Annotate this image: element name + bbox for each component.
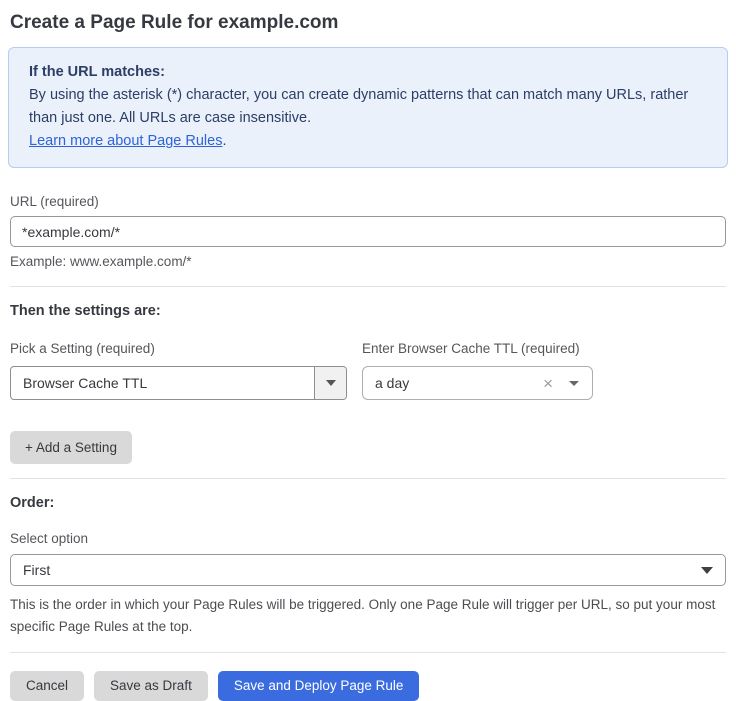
setting-picker-value: Browser Cache TTL [11, 367, 314, 399]
chevron-down-icon [569, 381, 579, 386]
setting-picker-arrow-segment[interactable] [314, 367, 346, 399]
info-box-body: By using the asterisk (*) character, you… [29, 84, 707, 130]
chevron-down-icon [326, 380, 336, 386]
url-field-label: URL (required) [10, 194, 726, 210]
ttl-picker-value: a day [375, 375, 543, 391]
setting-picker-column: Pick a Setting (required) Browser Cache … [10, 341, 347, 400]
clear-icon[interactable]: × [543, 375, 553, 392]
info-box-heading: If the URL matches: [29, 61, 707, 84]
link-suffix: . [222, 133, 226, 149]
ttl-picker-label: Enter Browser Cache TTL (required) [362, 341, 593, 357]
order-select-value: First [23, 562, 701, 578]
ttl-picker-combobox[interactable]: a day × [362, 366, 593, 400]
page-rule-form: Create a Page Rule for example.com If th… [0, 11, 736, 701]
chevron-down-icon [701, 567, 713, 574]
add-setting-button[interactable]: + Add a Setting [10, 431, 132, 464]
settings-row: Pick a Setting (required) Browser Cache … [10, 341, 726, 400]
order-select[interactable]: First [10, 554, 726, 586]
order-section-heading: Order: [10, 495, 726, 512]
settings-section-heading: Then the settings are: [10, 303, 726, 320]
divider [10, 652, 726, 653]
divider [10, 286, 726, 287]
url-match-info-box: If the URL matches: By using the asteris… [8, 47, 728, 168]
ttl-picker-column: Enter Browser Cache TTL (required) a day… [362, 341, 593, 400]
order-helper-text: This is the order in which your Page Rul… [10, 594, 726, 638]
page-title: Create a Page Rule for example.com [10, 11, 726, 34]
setting-picker-select[interactable]: Browser Cache TTL [10, 366, 347, 400]
learn-more-link[interactable]: Learn more about Page Rules [29, 133, 222, 149]
divider [10, 478, 726, 479]
info-box-link-line: Learn more about Page Rules. [29, 130, 707, 153]
url-field-helper: Example: www.example.com/* [10, 254, 726, 270]
order-select-label: Select option [10, 531, 726, 547]
url-input[interactable] [10, 216, 726, 247]
setting-picker-label: Pick a Setting (required) [10, 341, 347, 357]
